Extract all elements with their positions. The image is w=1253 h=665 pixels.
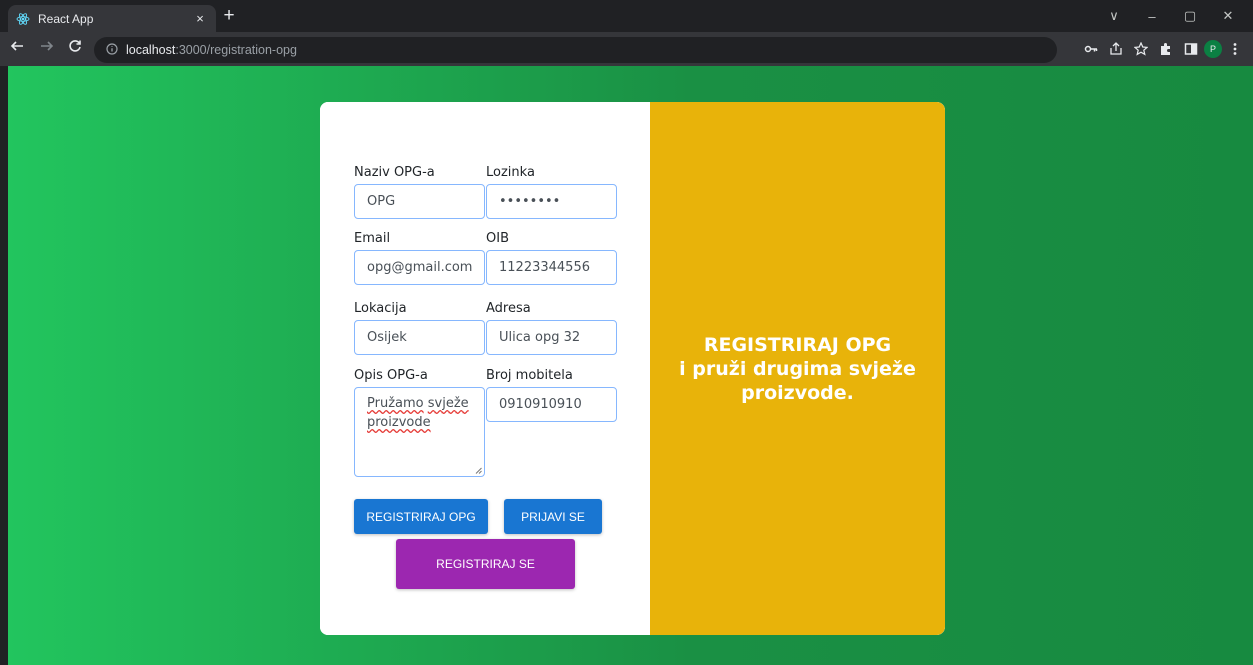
- mobitel-field: Broj mobitela 0910910910: [486, 367, 618, 422]
- profile-avatar[interactable]: P: [1204, 40, 1222, 58]
- email-label: Email: [354, 231, 391, 246]
- promo-subtitle: i pruži drugima svježe proizvode.: [679, 357, 916, 404]
- side-panel-icon[interactable]: [1179, 42, 1203, 56]
- back-icon[interactable]: [10, 39, 24, 59]
- mobitel-label: Broj mobitela: [486, 368, 573, 383]
- menu-icon[interactable]: [1223, 42, 1247, 56]
- registration-form: Naziv OPG-a OPG Lozinka •••••••• Email o…: [320, 102, 650, 635]
- new-tab-button[interactable]: +: [220, 5, 238, 27]
- extensions-icon[interactable]: [1154, 42, 1178, 56]
- promo-panel: REGISTRIRAJ OPG i pruži drugima svježe p…: [650, 102, 945, 635]
- info-icon[interactable]: [106, 43, 120, 57]
- oib-label: OIB: [486, 231, 509, 246]
- opis-textarea[interactable]: Pružamo svježe proizvode: [354, 387, 485, 477]
- url-host: localhost: [126, 43, 176, 57]
- toolbar-actions: P: [1078, 37, 1247, 61]
- resize-grip-icon[interactable]: [475, 467, 482, 474]
- adresa-input[interactable]: Ulica opg 32: [486, 320, 617, 355]
- lozinka-label: Lozinka: [486, 165, 535, 180]
- opis-label: Opis OPG-a: [354, 368, 428, 383]
- close-window-button[interactable]: ✕: [1209, 8, 1247, 24]
- opis-word: proizvode: [367, 415, 431, 430]
- minimize-button[interactable]: –: [1133, 9, 1171, 24]
- lokacija-input[interactable]: Osijek: [354, 320, 485, 355]
- url-path: :3000/registration-opg: [175, 43, 297, 57]
- opis-field: Opis OPG-a Pružamo svježe proizvode: [354, 367, 486, 477]
- opis-word: svježe: [427, 396, 469, 411]
- lokacija-label: Lokacija: [354, 301, 407, 316]
- login-button[interactable]: PRIJAVI SE: [504, 499, 602, 534]
- email-input[interactable]: opg@gmail.com: [354, 250, 485, 285]
- key-icon[interactable]: [1079, 42, 1103, 56]
- opis-word: Pružamo: [367, 396, 424, 411]
- naziv-field: Naziv OPG-a OPG: [354, 164, 486, 219]
- browser-tab[interactable]: React App ×: [8, 5, 216, 32]
- window-controls: ∨ – ▢ ✕: [1095, 0, 1247, 32]
- address-bar[interactable]: localhost :3000/registration-opg: [94, 37, 1057, 63]
- naziv-input[interactable]: OPG: [354, 184, 485, 219]
- adresa-field: Adresa Ulica opg 32: [486, 300, 618, 355]
- register-button[interactable]: REGISTRIRAJ SE: [396, 539, 575, 589]
- restore-button[interactable]: ▢: [1171, 8, 1209, 24]
- forward-icon[interactable]: [40, 39, 54, 59]
- tab-title: React App: [38, 11, 94, 26]
- lozinka-field: Lozinka ••••••••: [486, 164, 618, 219]
- share-icon[interactable]: [1104, 42, 1128, 56]
- mobitel-input[interactable]: 0910910910: [486, 387, 617, 422]
- browser-toolbar: localhost :3000/registration-opg P: [0, 32, 1253, 66]
- register-opg-button[interactable]: REGISTRIRAJ OPG: [354, 499, 488, 534]
- tab-search-icon[interactable]: ∨: [1095, 8, 1133, 24]
- email-field: Email opg@gmail.com: [354, 230, 486, 285]
- oib-input[interactable]: 11223344556: [486, 250, 617, 285]
- browser-tab-strip: React App × + ∨ – ▢ ✕: [0, 0, 1253, 32]
- close-tab-icon[interactable]: ×: [192, 11, 208, 26]
- page-background: Naziv OPG-a OPG Lozinka •••••••• Email o…: [8, 66, 1253, 665]
- oib-field: OIB 11223344556: [486, 230, 618, 285]
- react-logo-icon: [16, 12, 30, 26]
- lokacija-field: Lokacija Osijek: [354, 300, 486, 355]
- naziv-label: Naziv OPG-a: [354, 165, 435, 180]
- star-icon[interactable]: [1129, 42, 1153, 56]
- reload-icon[interactable]: [68, 39, 82, 59]
- registration-card: Naziv OPG-a OPG Lozinka •••••••• Email o…: [320, 102, 945, 635]
- lozinka-input[interactable]: ••••••••: [486, 184, 617, 219]
- promo-title: REGISTRIRAJ OPG: [703, 333, 892, 356]
- adresa-label: Adresa: [486, 301, 531, 316]
